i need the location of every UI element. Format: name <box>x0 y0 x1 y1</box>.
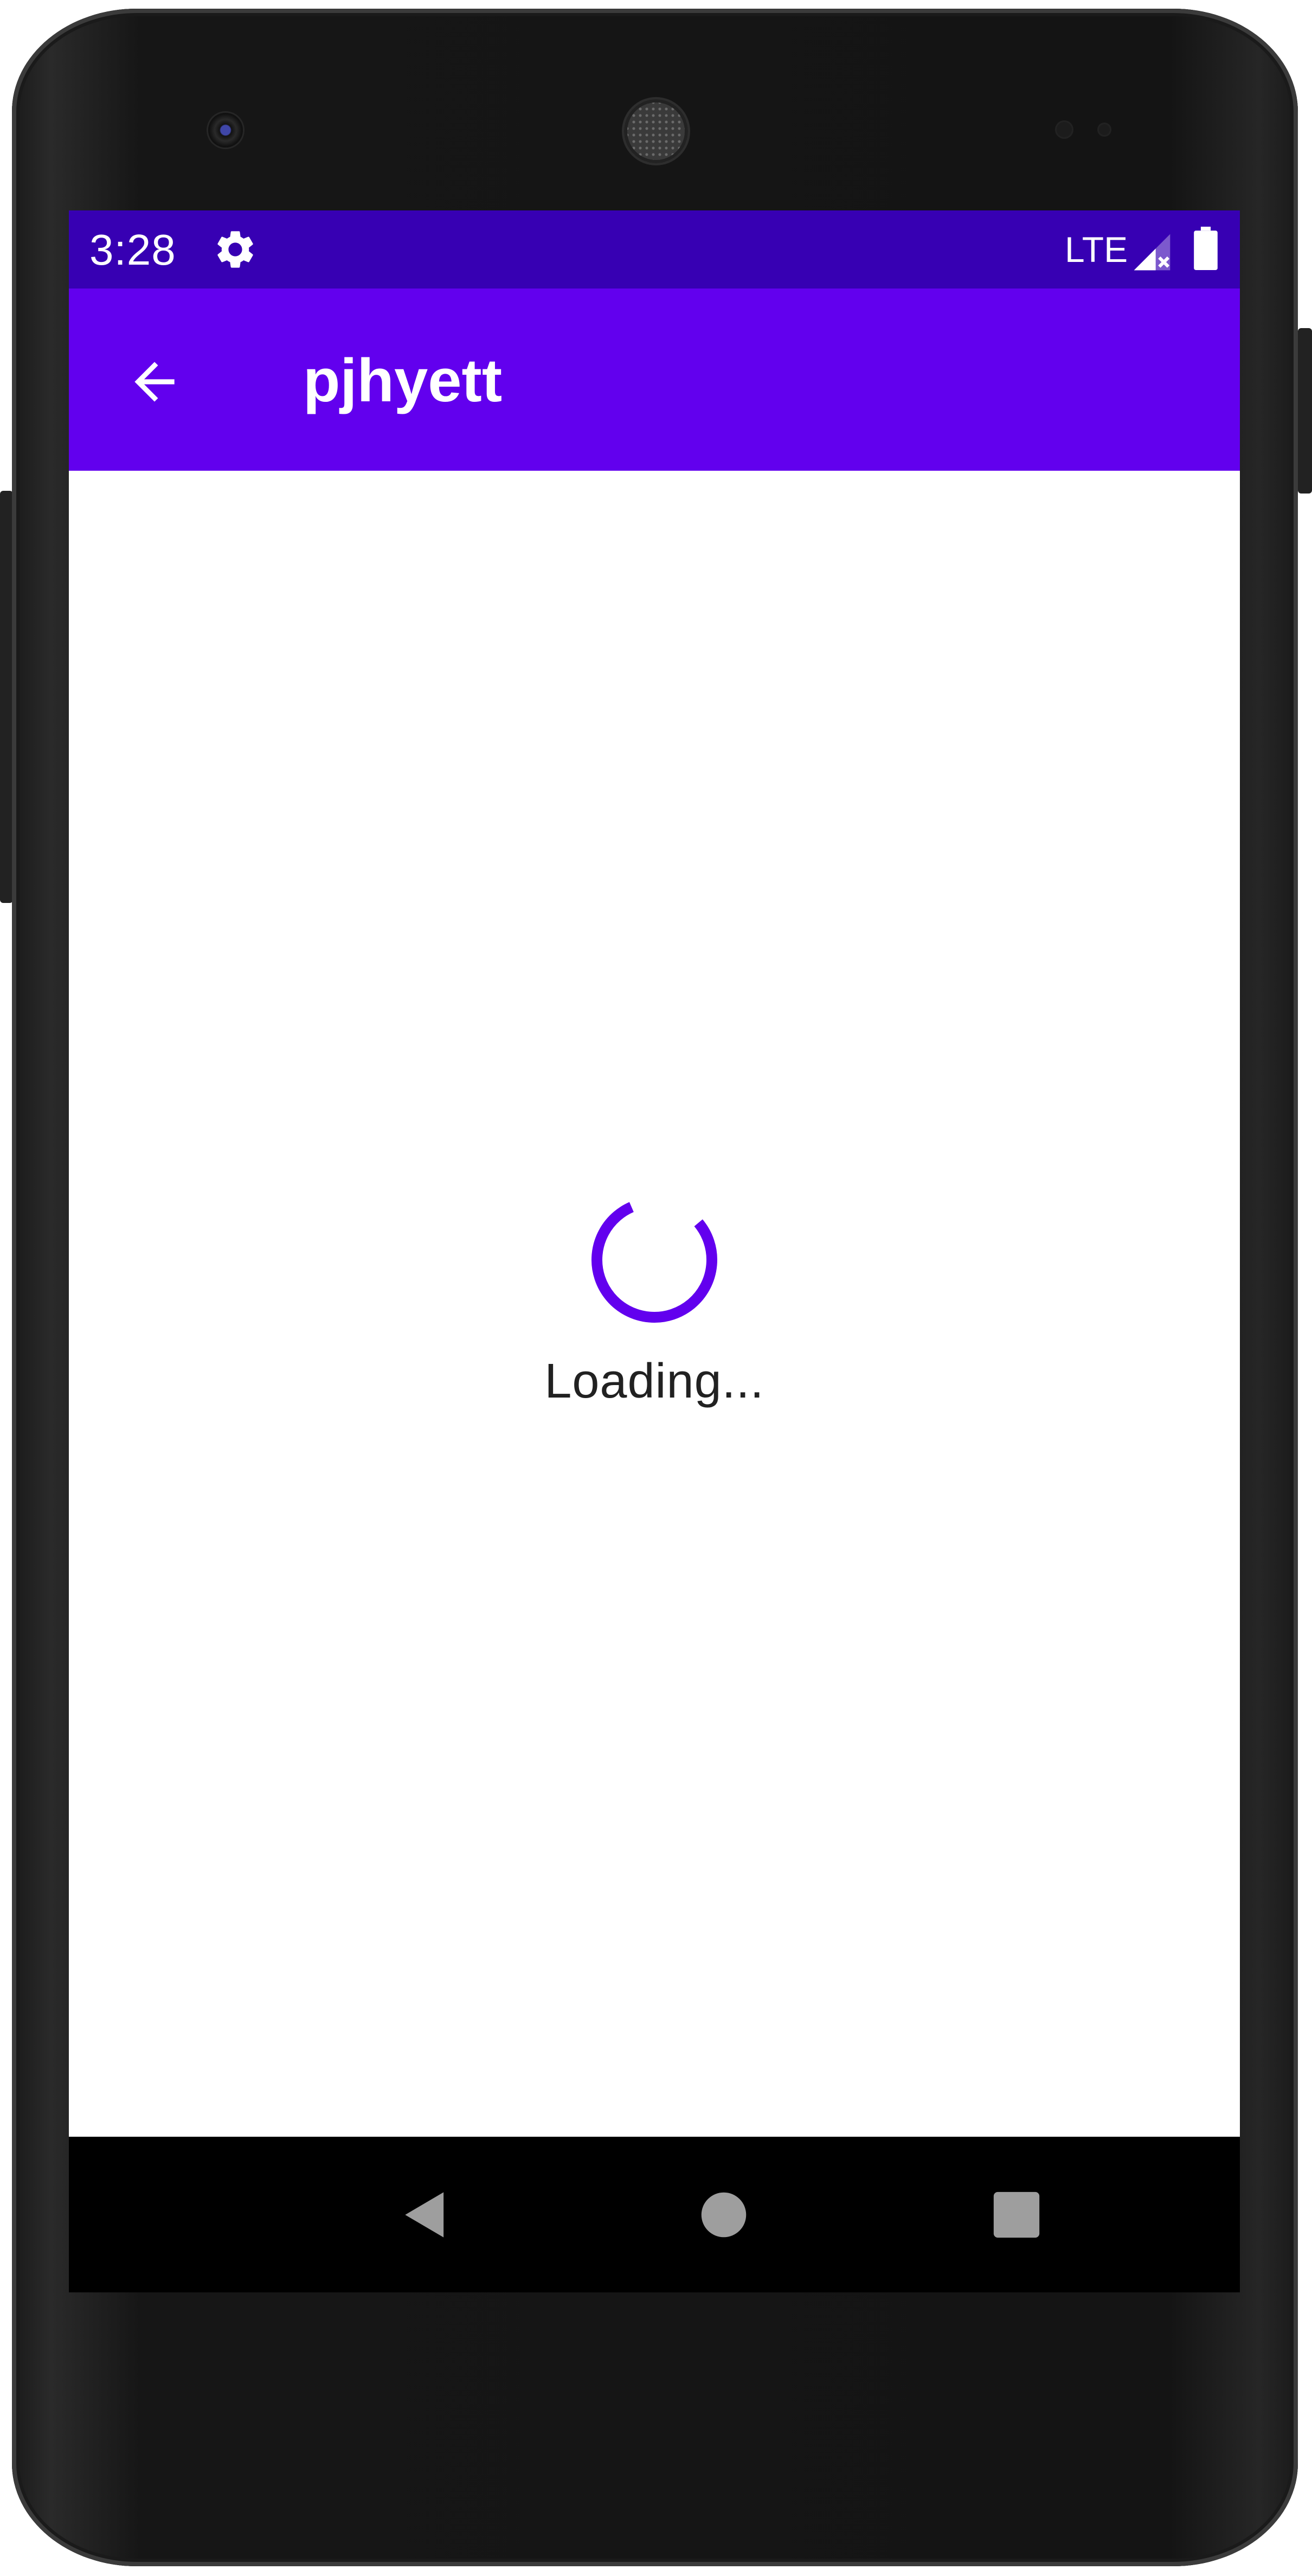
nav-recents-button[interactable] <box>977 2176 1056 2254</box>
light-sensor <box>1097 123 1111 137</box>
navigation-bar <box>69 2137 1240 2292</box>
loading-indicator: Loading... <box>69 1195 1240 1409</box>
arrow-left-icon <box>134 362 175 402</box>
nav-back-button[interactable] <box>389 2176 467 2254</box>
recents-square-icon <box>993 2191 1040 2238</box>
progress-spinner-icon <box>591 1197 717 1323</box>
back-triangle-icon <box>405 2192 444 2238</box>
power-button <box>1298 328 1312 494</box>
earpiece-speaker <box>624 99 688 163</box>
nav-home-button[interactable] <box>685 2176 763 2254</box>
page-title: pjhyett <box>303 347 503 414</box>
phone-device: 3:28 LTE pjhyett Loading... <box>0 0 1312 2576</box>
front-camera <box>208 113 243 148</box>
app-bar: pjhyett <box>69 289 1240 471</box>
network-type-label: LTE <box>1065 229 1128 270</box>
back-button[interactable] <box>118 345 191 419</box>
battery-icon <box>1194 227 1218 270</box>
status-time: 3:28 <box>89 226 176 274</box>
loading-text: Loading... <box>544 1354 764 1408</box>
gear-icon <box>217 231 253 268</box>
screen: 3:28 LTE pjhyett Loading... <box>69 210 1240 2292</box>
signal-icon <box>1134 234 1170 271</box>
status-bar: 3:28 LTE <box>69 210 1240 289</box>
home-circle-icon <box>701 2192 747 2238</box>
volume-button <box>0 491 13 903</box>
proximity-sensor <box>1055 120 1073 139</box>
